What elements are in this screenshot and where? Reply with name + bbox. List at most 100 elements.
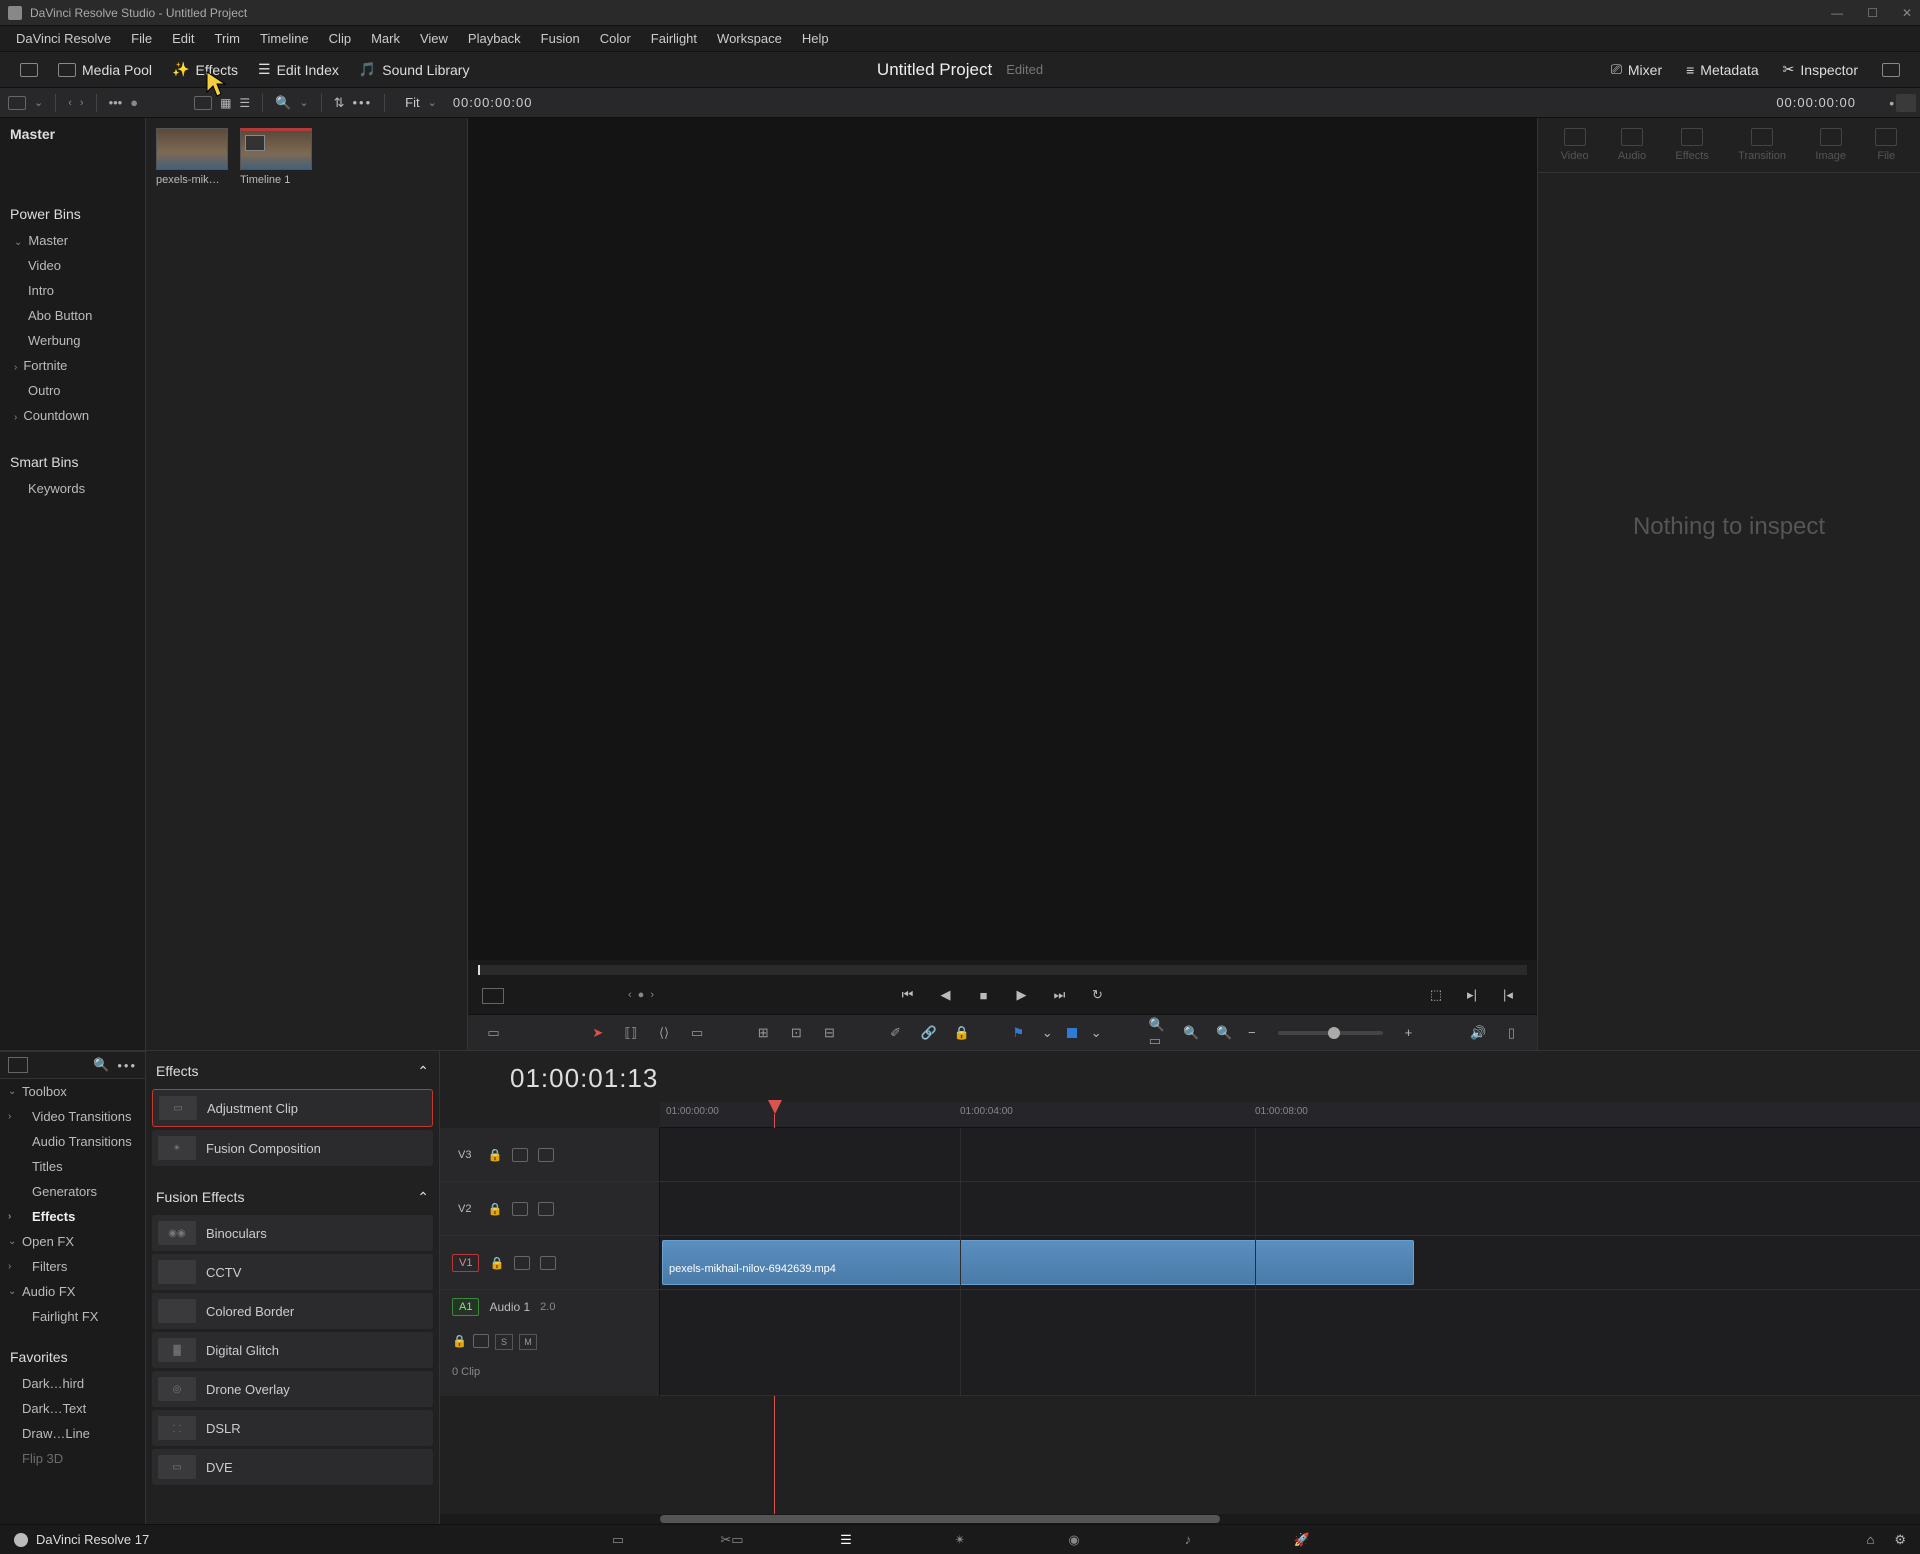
overwrite-button[interactable]: ⊡ <box>787 1025 806 1041</box>
viewer-zoom[interactable]: Fit <box>405 95 419 110</box>
fx-effects[interactable]: Effects <box>0 1204 145 1229</box>
effect-cctv[interactable]: CCTV <box>152 1254 433 1290</box>
timeline-ruler[interactable]: 01:00:00:00 01:00:04:00 01:00:08:00 <box>660 1102 1920 1128</box>
timeline-timecode[interactable]: 01:00:01:13 <box>440 1051 1920 1102</box>
zoom-in-button[interactable]: + <box>1405 1025 1413 1040</box>
sound-library-button[interactable]: 🎵Sound Library <box>349 57 480 82</box>
smart-bins-header[interactable]: Smart Bins <box>0 448 145 476</box>
fx-generators[interactable]: Generators <box>0 1179 145 1204</box>
effects-search-icon[interactable]: 🔍 <box>93 1057 109 1073</box>
cut-page-button[interactable]: ✂▭ <box>720 1531 744 1549</box>
menu-davinci[interactable]: DaVinci Resolve <box>6 27 121 50</box>
timeline-tracks[interactable]: V3 🔒 V2 🔒 V1 🔒 pexels-mikhail-nilov-6942… <box>440 1128 1920 1514</box>
bin-fortnite[interactable]: Fortnite <box>0 353 145 378</box>
media-clip-thumb[interactable]: pexels-mik… <box>156 128 228 186</box>
track-tag-v2[interactable]: V2 <box>452 1201 477 1217</box>
link-button[interactable]: 🔗 <box>919 1025 938 1041</box>
sort-button[interactable]: ⇅ <box>334 95 345 111</box>
playhead-icon[interactable] <box>768 1100 782 1114</box>
dynamic-trim-button[interactable]: ⟨⟩ <box>654 1025 673 1041</box>
track-v1[interactable]: V1 🔒 pexels-mikhail-nilov-6942639.mp4 <box>440 1236 1920 1290</box>
fx-video-transitions[interactable]: Video Transitions <box>0 1104 145 1129</box>
bin-werbung[interactable]: Werbung <box>0 328 145 353</box>
track-view-button[interactable] <box>540 1256 556 1270</box>
menu-fairlight[interactable]: Fairlight <box>641 27 707 50</box>
timeline-scrollbar[interactable] <box>440 1514 1920 1524</box>
lock-icon[interactable]: 🔒 <box>489 1256 504 1270</box>
menu-clip[interactable]: Clip <box>319 27 361 50</box>
fav-item[interactable]: Flip 3D <box>0 1446 145 1471</box>
minimize-button[interactable]: — <box>1831 6 1843 20</box>
viewer-scrubber[interactable] <box>478 965 1527 975</box>
more-button[interactable]: ••• <box>109 95 123 110</box>
track-v3[interactable]: V3 🔒 <box>440 1128 1920 1182</box>
inspector-tab-video[interactable]: Video <box>1561 128 1589 162</box>
match-frame-button[interactable]: ⬚ <box>1427 986 1445 1004</box>
bin-outro[interactable]: Outro <box>0 378 145 403</box>
stop-button[interactable]: ■ <box>975 986 993 1004</box>
blade-edit-button[interactable]: ✐ <box>886 1025 905 1041</box>
nav-fwd-button[interactable]: › <box>80 97 84 109</box>
track-view-button[interactable] <box>538 1202 554 1216</box>
track-view-button[interactable] <box>538 1148 554 1162</box>
fusion-effects-section-header[interactable]: Fusion Effects⌃ <box>152 1183 433 1212</box>
master-bin-header[interactable]: Master <box>0 118 145 150</box>
menu-fusion[interactable]: Fusion <box>531 27 590 50</box>
layout-dropdown[interactable]: ⌄ <box>34 96 43 109</box>
zoom-slider[interactable] <box>1278 1031 1383 1035</box>
bin-intro[interactable]: Intro <box>0 278 145 303</box>
mixer-button[interactable]: ⎚Mixer <box>1601 57 1672 82</box>
media-pool-grid[interactable]: pexels-mik… Timeline 1 <box>146 118 468 1050</box>
video-clip[interactable]: pexels-mikhail-nilov-6942639.mp4 <box>662 1240 1414 1285</box>
fairlight-page-button[interactable]: ♪ <box>1176 1531 1200 1549</box>
menu-workspace[interactable]: Workspace <box>707 27 792 50</box>
last-frame-button[interactable]: ⏭ <box>1051 986 1069 1004</box>
insert-button[interactable]: ⊞ <box>754 1025 773 1041</box>
first-frame-button[interactable]: ⏮ <box>899 986 917 1004</box>
mute-button[interactable]: M <box>519 1334 537 1350</box>
solo-button[interactable]: S <box>495 1334 513 1350</box>
maximize-button[interactable]: ☐ <box>1867 6 1878 20</box>
audiofx-group[interactable]: Audio FX <box>0 1279 145 1304</box>
inspector-tab-image[interactable]: Image <box>1815 128 1846 162</box>
lock-icon[interactable]: 🔒 <box>487 1148 502 1162</box>
menu-color[interactable]: Color <box>590 27 641 50</box>
favorites-header[interactable]: Favorites <box>0 1343 145 1371</box>
timeline-thumb[interactable]: Timeline 1 <box>240 128 312 186</box>
nav-back-button[interactable]: ‹ <box>68 97 72 109</box>
effect-dve[interactable]: ▭DVE <box>152 1449 433 1485</box>
next-edit-button[interactable]: › <box>650 989 654 1001</box>
meter-button[interactable]: ▯ <box>1502 1025 1521 1041</box>
media-page-button[interactable]: ▭ <box>606 1531 630 1549</box>
search-dropdown[interactable]: ⌄ <box>299 96 308 109</box>
effect-fusion-composition[interactable]: ✴Fusion Composition <box>152 1130 433 1166</box>
lock-icon[interactable]: 🔒 <box>452 1334 467 1350</box>
lock-button[interactable]: 🔒 <box>952 1025 971 1041</box>
fx-titles[interactable]: Titles <box>0 1154 145 1179</box>
search-icon[interactable]: 🔍 <box>275 95 291 111</box>
close-button[interactable]: ✕ <box>1902 6 1912 20</box>
zoom-dropdown[interactable]: ⌄ <box>428 96 437 109</box>
prev-clip-button[interactable]: |◂ <box>1499 986 1517 1004</box>
track-tag-a1[interactable]: A1 <box>452 1298 479 1316</box>
flag-button[interactable]: ⚑ <box>1009 1025 1028 1041</box>
collapse-icon[interactable]: ⌃ <box>417 1189 429 1206</box>
effects-sidebar-toggle[interactable] <box>8 1057 28 1073</box>
track-v2[interactable]: V2 🔒 <box>440 1182 1920 1236</box>
track-tag-v3[interactable]: V3 <box>452 1147 477 1163</box>
selection-tool-button[interactable]: ➤ <box>588 1025 607 1041</box>
project-settings-button[interactable]: ⚙ <box>1894 1532 1906 1548</box>
bin-keywords[interactable]: Keywords <box>0 476 145 501</box>
menu-help[interactable]: Help <box>792 27 839 50</box>
menu-playback[interactable]: Playback <box>458 27 531 50</box>
thumb-view-button[interactable] <box>194 96 212 110</box>
fusion-page-button[interactable]: ✴ <box>948 1531 972 1549</box>
fx-audio-transitions[interactable]: Audio Transitions <box>0 1129 145 1154</box>
pool-more-button[interactable]: ••• <box>353 95 373 110</box>
effect-digital-glitch[interactable]: ▓Digital Glitch <box>152 1332 433 1368</box>
flag-dropdown[interactable]: ⌄ <box>1042 1025 1053 1041</box>
inspector-tab-file[interactable]: File <box>1875 128 1897 162</box>
effects-more-button[interactable]: ••• <box>117 1058 137 1073</box>
inspector-button[interactable]: ✂Inspector <box>1773 57 1868 82</box>
loop-button[interactable]: ↻ <box>1089 986 1107 1004</box>
